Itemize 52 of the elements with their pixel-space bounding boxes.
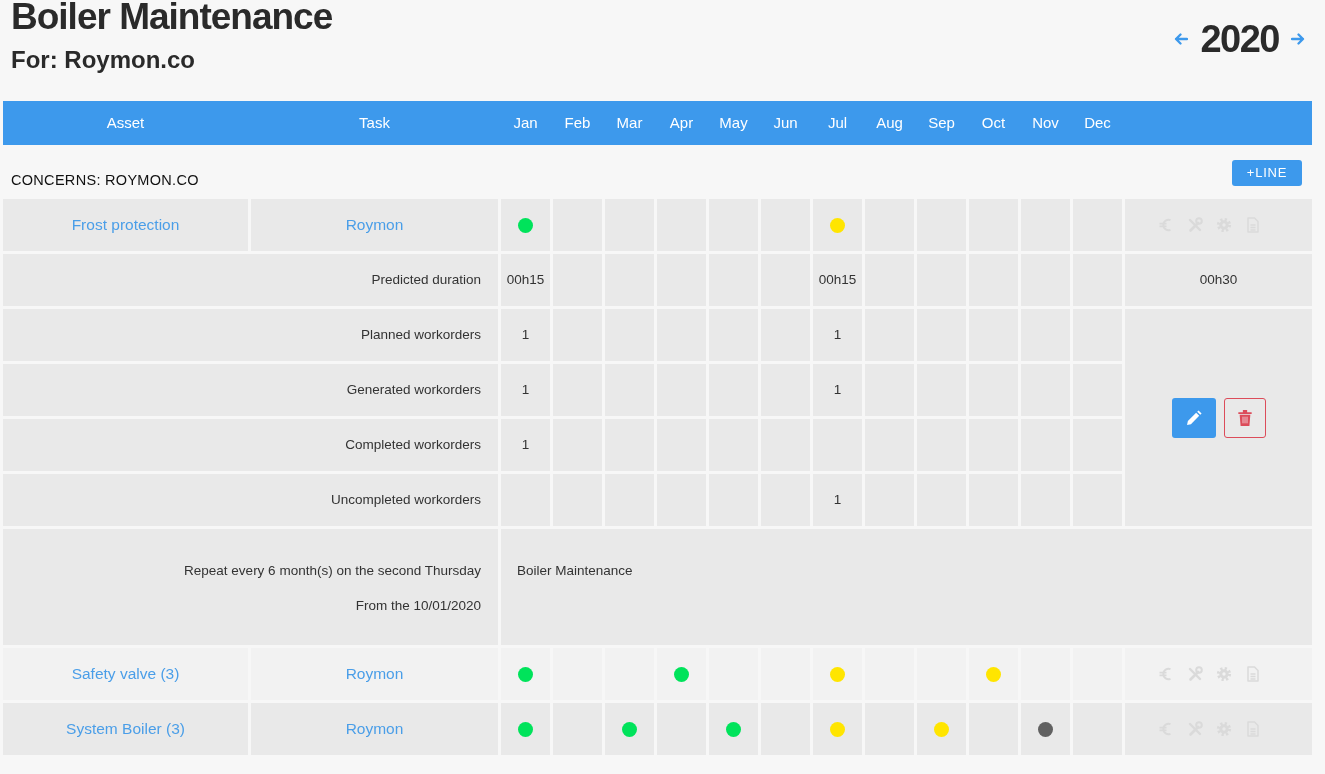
schedule-text: Repeat every 6 month(s) on the second Thursday — [184, 563, 481, 578]
column-header: May — [709, 101, 758, 145]
gear-icon[interactable] — [1216, 666, 1232, 682]
metric-label: Completed workorders — [345, 436, 481, 452]
document-icon[interactable] — [1245, 666, 1261, 682]
asset-link[interactable]: Safety valve (3) — [71, 665, 180, 683]
metric-value: 00h15 — [506, 271, 545, 287]
metric-total: 00h30 — [1199, 271, 1238, 287]
edit-button[interactable] — [1171, 397, 1216, 438]
add-line-button[interactable]: +LINE — [1232, 160, 1302, 186]
schedule-text: From the 10/01/2020 — [355, 598, 481, 613]
metric-value: 1 — [833, 326, 842, 342]
page-title: Boiler Maintenance — [11, 0, 333, 37]
metric-value: 1 — [521, 436, 530, 452]
column-header: Jul — [813, 101, 862, 145]
column-header: Mar — [605, 101, 654, 145]
task-link[interactable]: Roymon — [345, 720, 404, 738]
page-subtitle: For: Roymon.co — [11, 46, 196, 74]
metric-value: 1 — [521, 326, 530, 342]
metric-value: 1 — [833, 381, 842, 397]
column-header: Oct — [969, 101, 1018, 145]
metric-value: 1 — [521, 381, 530, 397]
group-label: CONCERNS: ROYMON.CO — [11, 172, 199, 188]
column-header: Aug — [865, 101, 914, 145]
column-header: Apr — [657, 101, 706, 145]
task-link[interactable]: Roymon — [345, 216, 404, 234]
tools-icon[interactable] — [1187, 666, 1203, 682]
column-header: Jan — [501, 101, 550, 145]
asset-link[interactable]: Frost protection — [71, 216, 180, 234]
metric-label: Planned workorders — [360, 326, 481, 342]
metric-label: Generated workorders — [346, 381, 481, 397]
metric-label: Uncompleted workorders — [330, 491, 481, 507]
task-name: Boiler Maintenance — [517, 563, 633, 578]
right-arrow-icon[interactable] — [1291, 33, 1305, 45]
column-header: Jun — [761, 101, 810, 145]
asset-link[interactable]: System Boiler (3) — [66, 720, 185, 738]
left-arrow-icon[interactable] — [1174, 33, 1189, 45]
column-header: Sep — [917, 101, 966, 145]
column-header: Feb — [553, 101, 602, 145]
column-header: Task — [251, 101, 498, 145]
pencil-icon — [1185, 409, 1202, 426]
delete-button[interactable] — [1223, 397, 1266, 438]
euro-icon[interactable] — [1158, 666, 1174, 682]
column-header: Dec — [1073, 101, 1122, 145]
metric-value: 00h15 — [818, 271, 857, 287]
year-label: 2020 — [1199, 17, 1280, 61]
column-header: Nov — [1021, 101, 1070, 145]
task-link[interactable]: Roymon — [345, 665, 404, 683]
metric-label: Predicted duration — [371, 271, 481, 287]
column-header: Asset — [3, 101, 248, 145]
metric-value: 1 — [833, 491, 842, 507]
trash-icon — [1236, 409, 1253, 426]
